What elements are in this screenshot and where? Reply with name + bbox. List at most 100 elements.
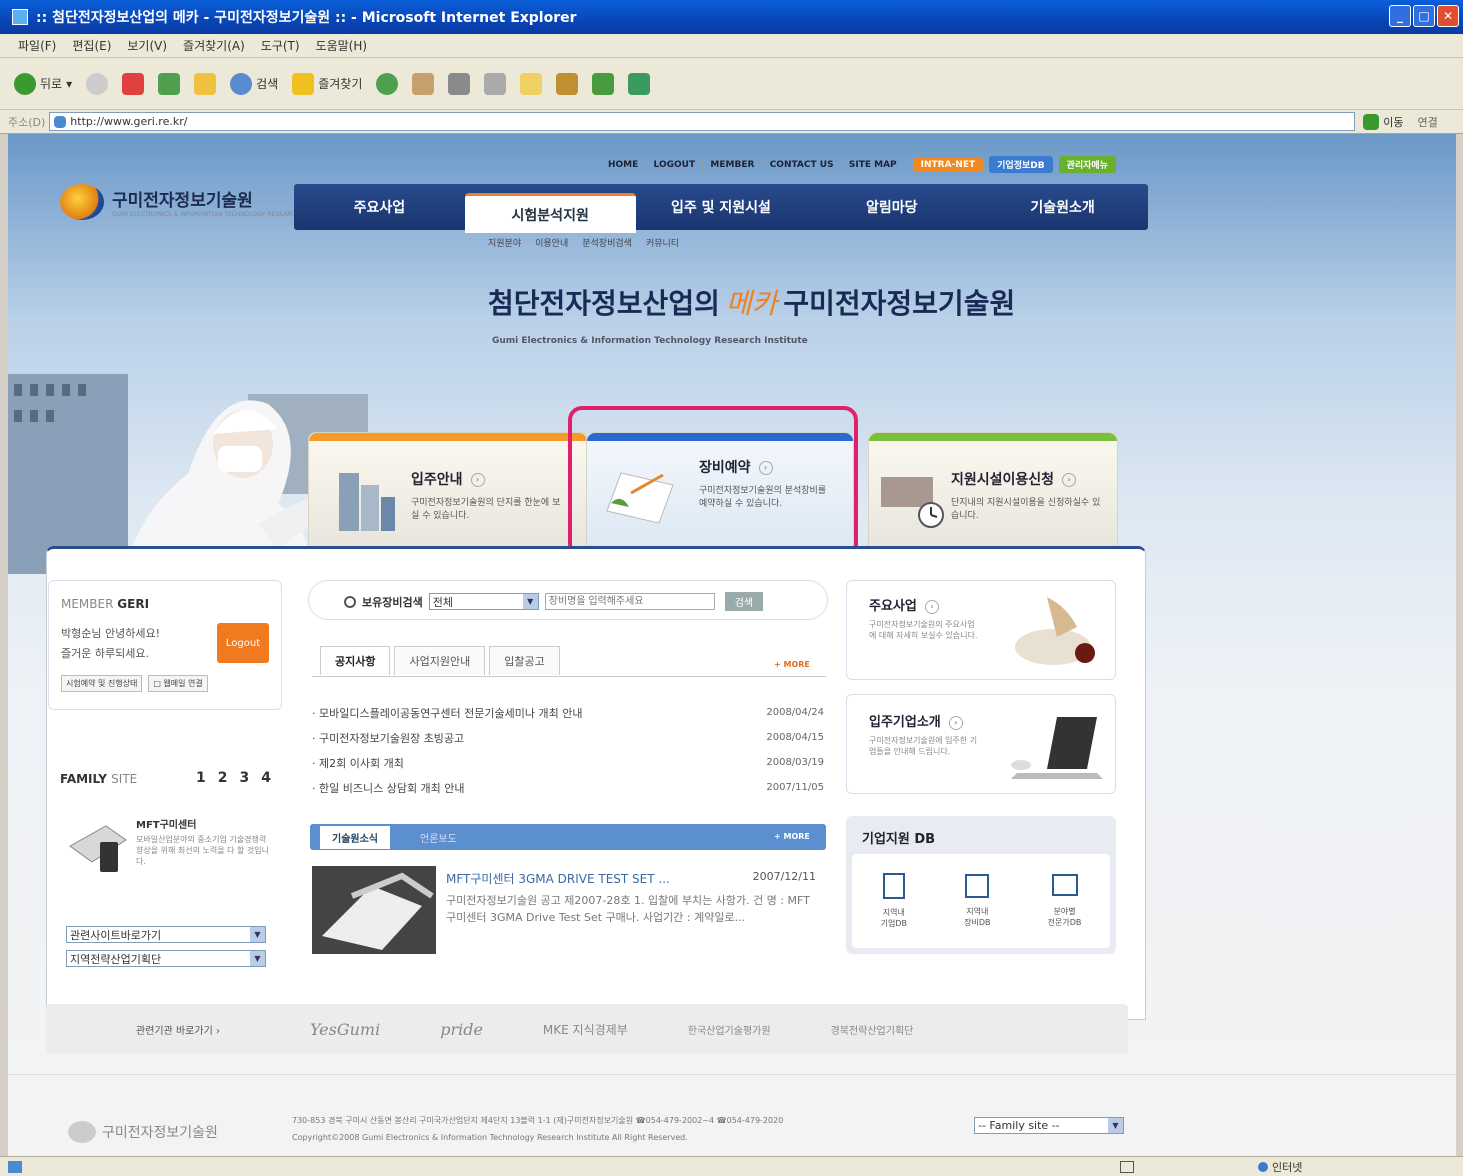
notice-more-link[interactable]: + MORE xyxy=(774,660,810,669)
address-input[interactable]: http://www.geri.re.kr/ xyxy=(49,112,1356,131)
home-icon[interactable] xyxy=(194,72,217,95)
subnav-field[interactable]: 지원분야 xyxy=(488,236,521,249)
company-support-db-box: 기업지원 DB 지역내 기업DB 지역내 장비DB 분야별 전문가DB xyxy=(846,816,1116,954)
globe-icon xyxy=(1258,1161,1268,1172)
nav-about[interactable]: 기술원소개 xyxy=(977,197,1148,217)
menu-file[interactable]: 파일(F) xyxy=(18,37,56,54)
refresh-icon[interactable] xyxy=(158,72,181,95)
nav-facilities[interactable]: 입주 및 지원시설 xyxy=(636,197,807,217)
regional-equipment-db-link[interactable]: 지역내 장비DB xyxy=(964,874,991,928)
forward-arrow-icon[interactable] xyxy=(86,72,109,95)
stop-icon[interactable] xyxy=(122,72,145,95)
logout-button[interactable]: Logout xyxy=(217,623,269,663)
test-reservation-button[interactable]: 시험예약 및 진행상태 xyxy=(61,675,143,692)
subnav-equipment-search[interactable]: 분석장비검색 xyxy=(582,236,632,249)
messenger-icon[interactable] xyxy=(592,72,615,95)
news-headline[interactable]: MFT구미센터 3GMA DRIVE TEST SET ... 2007/12/1… xyxy=(446,870,816,887)
link-logout[interactable]: LOGOUT xyxy=(654,160,696,170)
regional-company-db-link[interactable]: 지역내 기업DB xyxy=(881,873,907,929)
notice-item[interactable]: · 한일 비즈니스 상담회 개최 안내 2007/11/05 xyxy=(312,775,824,800)
partner-pride[interactable]: pride xyxy=(440,1020,483,1039)
partner-gb-strategy[interactable]: 경북전략산업기획단 xyxy=(831,1022,914,1037)
link-contact[interactable]: CONTACT US xyxy=(770,160,834,170)
notice-item[interactable]: · 구미전자정보기술원장 초빙공고 2008/04/15 xyxy=(312,725,824,750)
equipment-search-input[interactable] xyxy=(544,593,715,610)
menu-favorites[interactable]: 즐겨찾기(A) xyxy=(183,37,245,54)
partner-yesgumi[interactable]: YesGumi xyxy=(310,1020,380,1039)
history-icon[interactable] xyxy=(376,72,399,95)
intranet-button[interactable]: INTRA-NET xyxy=(912,157,984,172)
mft-title[interactable]: MFT구미센터 xyxy=(136,816,196,831)
print-icon[interactable] xyxy=(448,72,471,95)
search-icon xyxy=(344,595,356,608)
family-page-2[interactable]: 2 xyxy=(218,770,228,786)
member-box: MEMBER GERI 박형순님 안녕하세요! 즐거운 하루되세요. Logou… xyxy=(48,580,282,710)
partner-kiet[interactable]: 한국산업기술평가원 xyxy=(688,1022,771,1037)
news-more-link[interactable]: + MORE xyxy=(774,832,810,841)
research-icon[interactable] xyxy=(556,72,579,95)
laptop-icon xyxy=(1011,717,1103,779)
minimize-button[interactable]: _ xyxy=(1389,5,1411,27)
mail-icon[interactable] xyxy=(412,72,435,95)
tenant-company-box[interactable]: 입주기업소개 › 구미전자정보기술원에 입주한 기업들을 안내해 드립니다. xyxy=(846,694,1116,794)
related-site-select[interactable]: 관련사이트바로가기 ▼ xyxy=(66,926,266,943)
links-button[interactable]: 연결 xyxy=(1418,114,1438,130)
nav-test-analysis[interactable]: 시험분석지원 xyxy=(464,193,636,233)
tab-press[interactable]: 언론보도 xyxy=(420,830,457,845)
regional-strategy-select[interactable]: 지역전략산업기획단 ▼ xyxy=(66,950,266,967)
subnav-guide[interactable]: 이용안내 xyxy=(535,236,568,249)
link-sitemap[interactable]: SITE MAP xyxy=(849,160,897,170)
family-pager: 1 2 3 4 xyxy=(196,770,271,786)
close-button[interactable]: ✕ xyxy=(1437,5,1459,27)
expert-db-link[interactable]: 분야별 전문가DB xyxy=(1048,874,1081,928)
back-button[interactable]: 뒤로 ▾ xyxy=(14,72,72,95)
chevron-down-icon: ▼ xyxy=(522,594,538,609)
quick-tab-residence[interactable]: 입주안내 › 구미전자정보기술원의 단지를 한눈에 보실 수 있습니다. xyxy=(308,432,588,550)
notice-list: · 모바일디스플레이공동연구센터 전문기술세미나 개최 안내 2008/04/24… xyxy=(312,700,824,800)
main-nav: 주요사업 시험분석지원 입주 및 지원시설 알림마당 기술원소개 xyxy=(294,184,1148,233)
edit-icon[interactable] xyxy=(484,72,507,95)
go-button[interactable]: 이동 xyxy=(1363,113,1404,130)
clock-icon xyxy=(881,477,944,528)
top-links: HOME | LOGOUT | MEMBER | CONTACT US | SITE M… xyxy=(608,156,1116,173)
nav-main-business[interactable]: 주요사업 xyxy=(294,197,465,217)
admin-menu-button[interactable]: 관리자메뉴 xyxy=(1058,156,1116,173)
arrow-icon: › xyxy=(470,473,485,487)
family-page-1[interactable]: 1 xyxy=(196,770,206,786)
footer-family-site-select[interactable]: -- Family site -- ▼ xyxy=(974,1117,1124,1134)
site-logo[interactable]: 구미전자정보기술원 GUMI ELECTRONICS & INFORMATION… xyxy=(60,184,333,220)
maximize-button[interactable]: □ xyxy=(1413,5,1435,27)
main-business-box[interactable]: 주요사업 › 구미전자정보기술원의 주요사업에 대해 자세히 보실수 있습니다. xyxy=(846,580,1116,680)
chevron-down-icon: ▼ xyxy=(1108,1118,1123,1133)
toolbar: 뒤로 ▾ 검색 즐겨찾기 xyxy=(0,58,1463,110)
tab-business-support[interactable]: 사업지원안내 xyxy=(394,646,486,675)
msn-icon[interactable] xyxy=(628,72,651,95)
tab-bid[interactable]: 입찰공고 xyxy=(489,646,560,675)
equipment-category-select[interactable]: 전체 ▼ xyxy=(428,593,539,610)
nav-notice[interactable]: 알림마당 xyxy=(806,197,977,217)
menu-edit[interactable]: 편집(E) xyxy=(72,37,111,54)
favorites-button[interactable]: 즐겨찾기 xyxy=(292,72,362,95)
link-home[interactable]: HOME xyxy=(608,160,638,170)
search-button[interactable]: 검색 xyxy=(230,72,278,95)
family-page-3[interactable]: 3 xyxy=(240,770,250,786)
building-icon xyxy=(339,473,395,531)
notice-item[interactable]: · 모바일디스플레이공동연구센터 전문기술세미나 개최 안내 2008/04/24 xyxy=(312,700,824,725)
menu-tools[interactable]: 도구(T) xyxy=(261,37,300,54)
tab-institute-news[interactable]: 기술원소식 xyxy=(320,826,390,849)
family-page-4[interactable]: 4 xyxy=(261,770,271,786)
quick-tab-facility-application[interactable]: 지원시설이용신청 › 단지내의 지원시설이용을 신청하실수 있습니다. xyxy=(868,432,1118,550)
tab-notice[interactable]: 공지사항 xyxy=(320,646,391,675)
partner-mke[interactable]: MKE 지식경제부 xyxy=(543,1021,628,1038)
subnav-community[interactable]: 커뮤니티 xyxy=(646,236,679,249)
notice-item[interactable]: · 제2회 이사회 개최 2008/03/19 xyxy=(312,750,824,775)
ie-icon xyxy=(12,9,28,25)
folder-icon[interactable] xyxy=(520,72,543,95)
company-db-button[interactable]: 기업정보DB xyxy=(989,156,1053,173)
menu-view[interactable]: 보기(V) xyxy=(127,37,167,54)
webmail-button[interactable]: □ 웹메일 연결 xyxy=(148,675,208,692)
search-icon xyxy=(230,72,253,95)
link-member[interactable]: MEMBER xyxy=(710,160,754,170)
equipment-search-button[interactable]: 검색 xyxy=(724,592,764,611)
menu-help[interactable]: 도움말(H) xyxy=(316,37,368,54)
